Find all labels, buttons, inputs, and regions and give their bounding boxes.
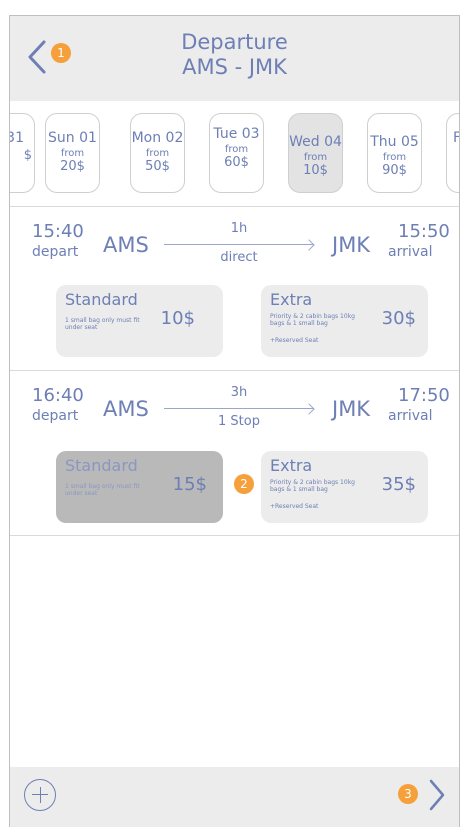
depart-time: 15:40	[32, 221, 84, 242]
date-from: from	[303, 152, 328, 163]
depart-label: depart	[32, 408, 79, 424]
duration: 3h	[230, 385, 248, 400]
annotation-badge-2: 2	[234, 474, 254, 494]
date-price: $	[23, 148, 32, 163]
date-day: Tue 03	[213, 126, 260, 142]
fare-price: 15$	[172, 474, 207, 495]
date-card-partial-left[interactable]: 31 $	[10, 113, 35, 193]
app-frame: 1 Departure AMS - JMK 31 $ Sun 01 from 2…	[9, 15, 460, 827]
chevron-right-icon	[429, 779, 445, 811]
date-card-partial-right[interactable]: F	[446, 113, 459, 193]
destination-code: JMK	[332, 233, 371, 257]
date-card-wed-selected[interactable]: Wed 04 from 10$	[288, 113, 343, 193]
stops: direct	[220, 250, 258, 265]
destination-code: JMK	[332, 397, 371, 421]
title-text: Departure	[181, 30, 288, 54]
fare-name: Extra	[270, 290, 313, 309]
route-line	[164, 408, 314, 409]
date-from: from	[224, 144, 249, 155]
fare-standard-selected[interactable]: Standard 1 small bag only must fit under…	[56, 451, 223, 523]
date-card-tue[interactable]: Tue 03 from 60$	[209, 113, 264, 193]
date-price: 50$	[145, 159, 170, 174]
date-day: Sun 01	[48, 130, 97, 146]
date-from: from	[382, 152, 407, 163]
origin-code: AMS	[103, 397, 149, 421]
date-price: 20$	[60, 159, 85, 174]
origin-code: AMS	[103, 233, 149, 257]
fare-name: Standard	[65, 456, 138, 475]
date-price: 60$	[224, 155, 249, 170]
date-from: from	[60, 148, 85, 159]
fare-standard[interactable]: Standard 1 small bag only must fit under…	[56, 285, 223, 357]
date-price: 10$	[303, 163, 328, 178]
fare-extra[interactable]: Extra Priority & 2 cabin bags 10kg bags …	[261, 451, 428, 523]
date-strip[interactable]: 31 $ Sun 01 from 20$ Mon 02 from 50$ Tue…	[10, 101, 459, 207]
date-card-thu[interactable]: Thu 05 from 90$	[367, 113, 422, 193]
fare-description: Priority & 2 cabin bags 10kg bags & 1 sm…	[270, 479, 355, 493]
date-day: 31	[10, 130, 24, 146]
arrival-time: 15:50	[398, 221, 450, 242]
fare-price: 10$	[160, 308, 195, 329]
page-title: Departure AMS - JMK	[10, 30, 459, 80]
date-day: Wed 04	[289, 134, 342, 150]
annotation-badge-3: 3	[398, 784, 418, 804]
flight-row: 16:40 depart AMS 3h 1 Stop JMK 17:50 arr…	[10, 370, 459, 536]
depart-label: depart	[32, 244, 79, 260]
arrow-right-icon	[303, 238, 315, 251]
fare-description: 1 small bag only must fit under seat	[65, 317, 140, 331]
route-text: AMS - JMK	[182, 55, 287, 79]
route-line	[164, 244, 314, 245]
arrow-right-icon	[303, 402, 315, 415]
flight-row: 15:40 depart AMS 1h direct JMK 15:50 arr…	[10, 206, 459, 371]
date-card-sun[interactable]: Sun 01 from 20$	[45, 113, 100, 193]
fare-price: 30$	[381, 308, 416, 329]
stops: 1 Stop	[218, 414, 260, 429]
fare-description: 1 small bag only must fit under seat	[65, 483, 140, 497]
depart-time: 16:40	[32, 385, 84, 406]
date-day: Thu 05	[370, 134, 419, 150]
arrival-time: 17:50	[398, 385, 450, 406]
date-day: Mon 02	[131, 130, 184, 146]
date-card-mon[interactable]: Mon 02 from 50$	[130, 113, 185, 193]
fare-name: Extra	[270, 456, 313, 475]
fare-extra[interactable]: Extra Priority & 2 cabin bags 10kg bags …	[261, 285, 428, 357]
add-button[interactable]	[24, 779, 56, 811]
fare-description: Priority & 2 cabin bags 10kg bags & 1 sm…	[270, 313, 355, 327]
fare-note: +Reserved Seat	[270, 503, 319, 510]
fare-price: 35$	[381, 474, 416, 495]
arrival-label: arrival	[388, 244, 433, 260]
header: 1 Departure AMS - JMK	[10, 16, 459, 101]
arrival-label: arrival	[388, 408, 433, 424]
fare-note: +Reserved Seat	[270, 337, 319, 344]
next-button[interactable]	[427, 777, 447, 813]
fare-name: Standard	[65, 290, 138, 309]
date-day: F	[447, 130, 459, 146]
footer-bar: 3	[10, 767, 459, 827]
duration: 1h	[230, 221, 248, 236]
date-price: 90$	[382, 163, 407, 178]
date-from: from	[145, 148, 170, 159]
